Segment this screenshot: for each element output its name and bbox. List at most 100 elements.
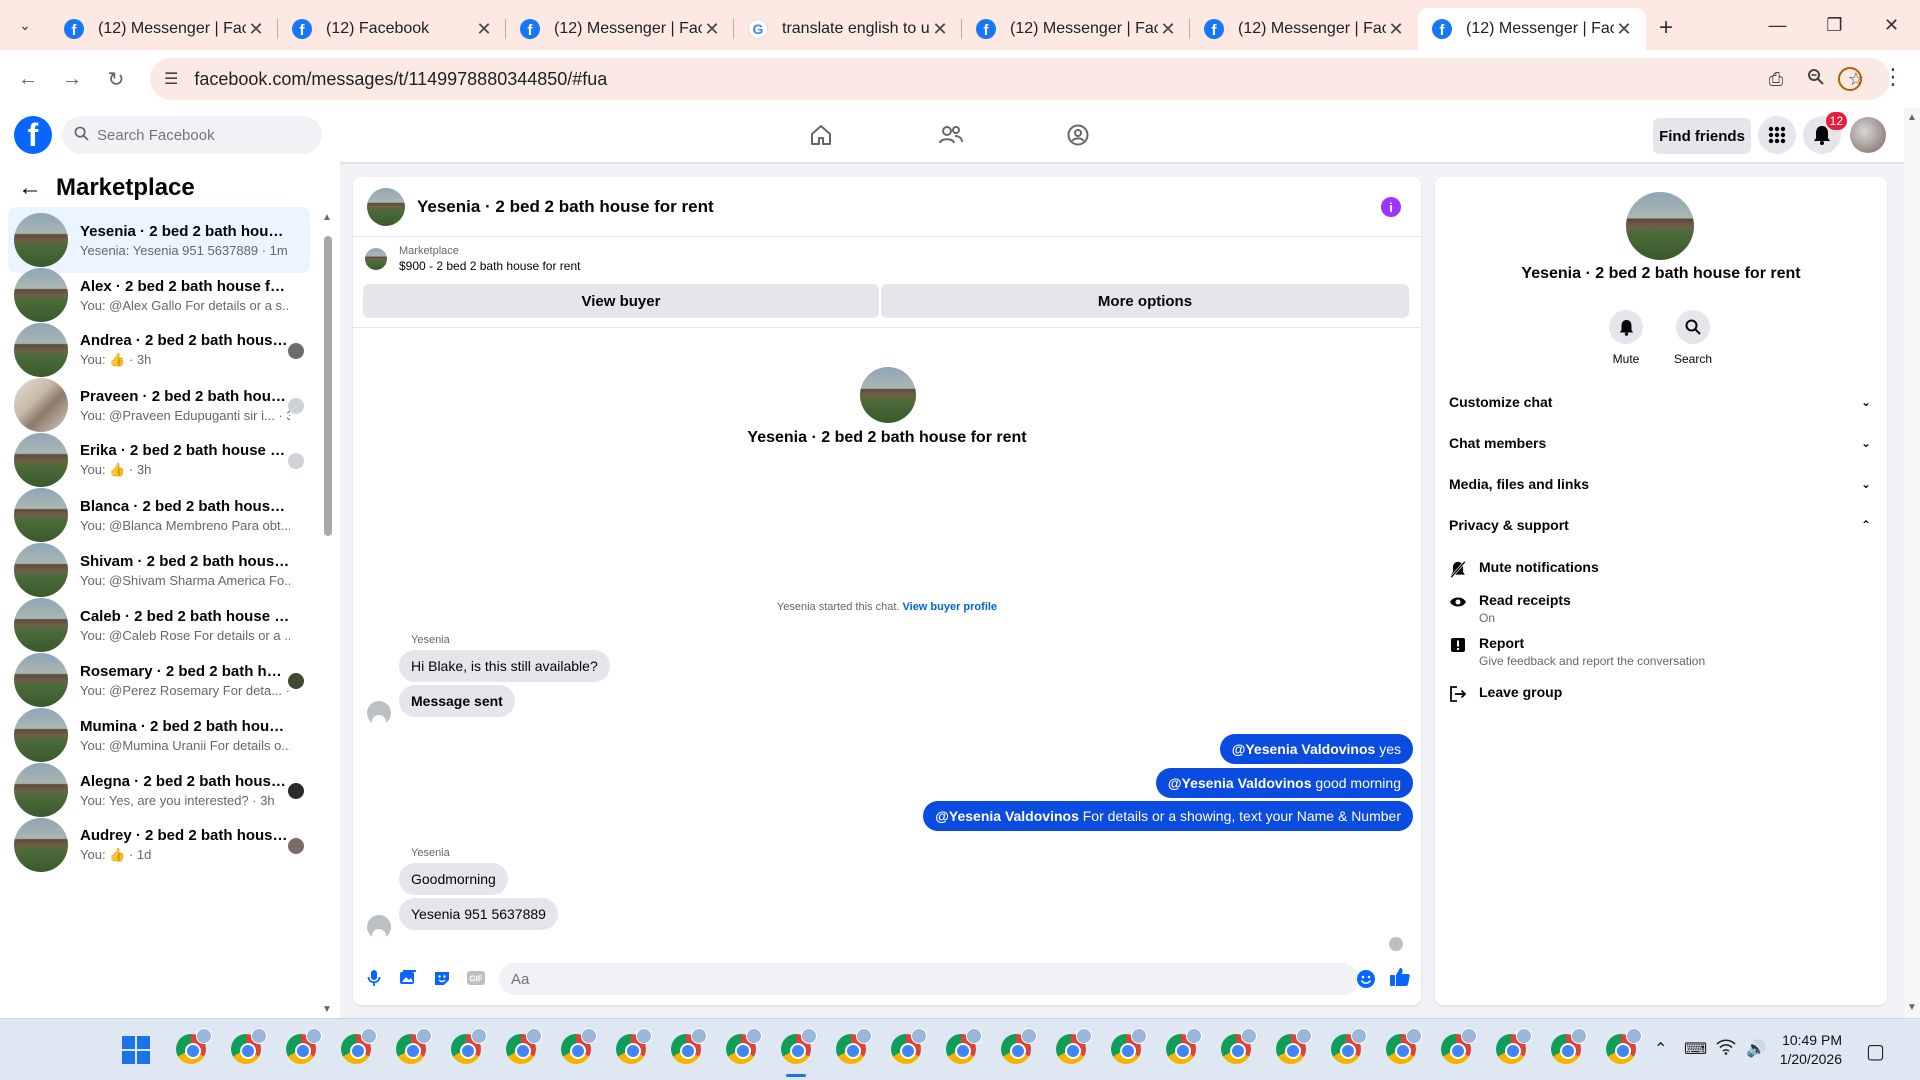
home-nav-button[interactable] <box>801 118 841 152</box>
close-icon[interactable]: ✕ <box>474 19 494 40</box>
customize-chat-section[interactable]: Customize chat ⌄ <box>1449 387 1871 417</box>
sender-avatar[interactable] <box>367 701 391 725</box>
media-files-links-section[interactable]: Media, files and links ⌄ <box>1449 469 1871 499</box>
more-vertical-icon[interactable]: ⋮ <box>1882 64 1904 90</box>
chrome-profile-icon[interactable] <box>1056 1028 1092 1064</box>
restore-button[interactable]: ❐ <box>1806 0 1863 50</box>
outgoing-message[interactable]: @Yesenia Valdovinos good morning <box>1155 768 1413 798</box>
chrome-profile-icon[interactable] <box>341 1028 377 1064</box>
forward-button[interactable]: → <box>50 59 94 99</box>
chrome-profile-icon[interactable] <box>1606 1028 1642 1064</box>
sticker-icon[interactable] <box>431 967 453 989</box>
chrome-profile-icon[interactable] <box>891 1028 927 1064</box>
mention[interactable]: @Yesenia Valdovinos <box>935 808 1079 824</box>
mention[interactable]: @Yesenia Valdovinos <box>1232 741 1376 757</box>
close-icon[interactable]: ✕ <box>246 19 266 40</box>
find-friends-button[interactable]: Find friends <box>1653 118 1751 154</box>
chrome-profile-icon[interactable] <box>946 1028 982 1064</box>
chrome-profile-icon[interactable] <box>726 1028 762 1064</box>
url-text[interactable]: facebook.com/messages/t/1149978880344850… <box>194 69 1756 90</box>
back-button[interactable]: ← <box>6 59 50 99</box>
reload-button[interactable]: ↻ <box>94 59 138 99</box>
browser-tab[interactable]: G translate english to urdu ✕ <box>734 8 962 50</box>
chrome-profile-icon[interactable] <box>1111 1028 1147 1064</box>
chrome-profile-icon[interactable] <box>1001 1028 1037 1064</box>
search-action[interactable]: Search <box>1663 310 1723 366</box>
chrome-profile-icon[interactable] <box>176 1028 212 1064</box>
read-receipts-option[interactable]: Read receipts On <box>1449 592 1871 625</box>
sender-avatar[interactable] <box>367 915 391 939</box>
microphone-icon[interactable] <box>363 967 385 989</box>
browser-tab[interactable]: f (12) Messenger | Facebook ✕ <box>50 8 278 50</box>
chat-avatar[interactable] <box>367 187 405 226</box>
chrome-profile-icon[interactable] <box>1551 1028 1587 1064</box>
view-buyer-button[interactable]: View buyer <box>363 284 879 318</box>
chrome-profile-icon[interactable] <box>671 1028 707 1064</box>
chrome-profile-icon[interactable] <box>231 1028 267 1064</box>
outgoing-message[interactable]: @Yesenia Valdovinos For details or a sho… <box>923 801 1413 831</box>
chat-title[interactable]: Yesenia · 2 bed 2 bath house for rent <box>417 197 714 217</box>
browser-tab-active[interactable]: f (12) Messenger | Facebook ✕ <box>1418 8 1646 50</box>
groups-nav-button[interactable] <box>1058 118 1098 152</box>
tab-search-button[interactable]: ⌄ <box>6 6 44 44</box>
chrome-profile-icon[interactable] <box>781 1028 817 1077</box>
wifi-icon[interactable] <box>1716 1039 1736 1060</box>
close-icon[interactable]: ✕ <box>702 19 722 40</box>
system-clock[interactable]: 10:49 PM 1/20/2026 <box>1780 1031 1842 1069</box>
emoji-icon[interactable] <box>1355 968 1377 990</box>
chrome-profile-icon[interactable] <box>1331 1028 1367 1064</box>
friends-nav-button[interactable] <box>931 118 971 152</box>
close-window-button[interactable]: ✕ <box>1863 0 1920 50</box>
address-bar[interactable]: ☰ facebook.com/messages/t/11499788803448… <box>150 58 1890 100</box>
thumbs-up-icon[interactable] <box>1389 966 1411 988</box>
zoom-icon[interactable] <box>1796 68 1836 91</box>
chevron-up-icon[interactable]: ⌃ <box>1654 1039 1667 1059</box>
scroll-down-icon[interactable]: ▼ <box>1907 1002 1917 1013</box>
close-icon[interactable]: ✕ <box>1158 19 1178 40</box>
page-scrollbar[interactable]: ▲ ▼ <box>1904 108 1920 1018</box>
gif-icon[interactable]: GIF <box>465 967 487 989</box>
chrome-profile-icon[interactable] <box>1221 1028 1257 1064</box>
notifications-button[interactable]: 12 <box>1803 112 1847 154</box>
scroll-up-icon[interactable]: ▲ <box>1907 112 1917 123</box>
install-app-icon[interactable]: ⎙ <box>1756 69 1796 90</box>
report-option[interactable]: Report Give feedback and report the conve… <box>1449 635 1871 668</box>
browser-tab[interactable]: f (12) Messenger | Facebook ✕ <box>1190 8 1418 50</box>
menu-button[interactable] <box>1758 116 1796 154</box>
scroll-down-icon[interactable]: ▼ <box>322 1004 332 1015</box>
incoming-message[interactable]: Yesenia 951 5637889 <box>399 898 558 930</box>
incoming-message[interactable]: Message sent <box>399 685 515 717</box>
scroll-up-icon[interactable]: ▲ <box>322 212 332 223</box>
chrome-profile-icon[interactable] <box>1441 1028 1477 1064</box>
sidebar-scrollbar-thumb[interactable] <box>324 236 332 536</box>
browser-tab[interactable]: f (12) Messenger | Facebook ✕ <box>962 8 1190 50</box>
chat-members-section[interactable]: Chat members ⌄ <box>1449 428 1871 458</box>
facebook-search[interactable] <box>62 116 322 154</box>
notifications-center-icon[interactable]: ▢ <box>1866 1039 1885 1064</box>
marketplace-listing[interactable]: Marketplace $900 - 2 bed 2 bath house fo… <box>365 245 580 273</box>
privacy-support-section[interactable]: Privacy & support ⌃ <box>1449 510 1871 540</box>
browser-tab[interactable]: f (12) Facebook ✕ <box>278 8 506 50</box>
new-tab-button[interactable]: + <box>1646 8 1686 48</box>
chrome-profile-icon[interactable] <box>1386 1028 1422 1064</box>
mute-notifications-option[interactable]: Mute notifications <box>1449 559 1871 578</box>
close-icon[interactable]: ✕ <box>930 19 950 40</box>
site-info-icon[interactable]: ☰ <box>164 69 178 89</box>
message-input[interactable] <box>499 963 1359 995</box>
chrome-profile-icon[interactable] <box>836 1028 872 1064</box>
close-icon[interactable]: ✕ <box>1386 19 1406 40</box>
chrome-profile-icon[interactable] <box>1166 1028 1202 1064</box>
browser-tab[interactable]: f (12) Messenger | Facebook ✕ <box>506 8 734 50</box>
close-icon[interactable]: ✕ <box>1614 19 1634 40</box>
facebook-logo-icon[interactable]: f <box>14 116 52 154</box>
chrome-profile-icon[interactable] <box>451 1028 487 1064</box>
photo-icon[interactable] <box>397 967 419 989</box>
account-avatar[interactable] <box>1850 117 1886 153</box>
minimize-button[interactable]: — <box>1749 0 1806 50</box>
chrome-profile-icon[interactable] <box>286 1028 322 1064</box>
chrome-profile-icon[interactable] <box>396 1028 432 1064</box>
chrome-profile-icon[interactable] <box>616 1028 652 1064</box>
info-icon[interactable]: i <box>1381 197 1401 217</box>
leave-group-option[interactable]: Leave group <box>1449 684 1871 703</box>
windows-start-icon[interactable] <box>122 1036 150 1064</box>
